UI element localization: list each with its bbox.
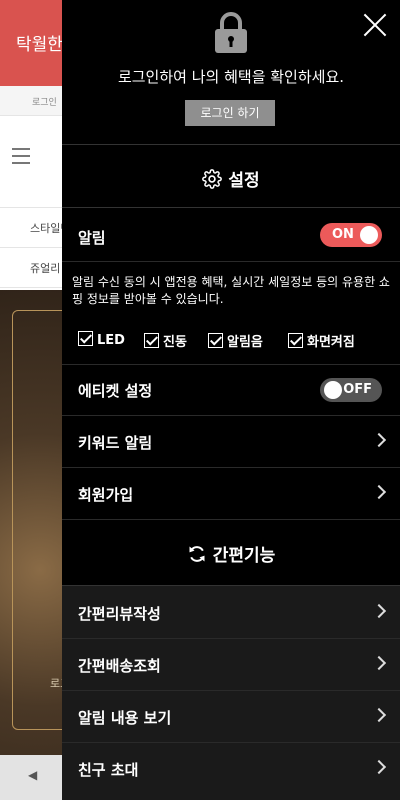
divider [62, 144, 400, 145]
invite-friend-row[interactable]: 친구 초대 [62, 743, 400, 795]
option-screen-on-checkbox[interactable]: 화면켜짐 [288, 331, 355, 350]
option-led-checkbox[interactable]: LED [78, 331, 125, 348]
notification-row: 알림 ON [62, 209, 400, 261]
option-sound-checkbox[interactable]: 알림음 [208, 331, 263, 350]
close-button[interactable] [362, 12, 388, 38]
chevron-right-icon [371, 432, 387, 448]
option-label: LED [97, 333, 125, 348]
settings-title: 설정 [228, 171, 260, 191]
signup-label: 회원가입 [78, 486, 134, 504]
login-button[interactable]: 로그인 하기 [185, 100, 275, 126]
notification-description: 알림 수신 동의 시 앱전용 혜택, 실시간 세일정보 등의 유용한 쇼핑 정보… [72, 275, 390, 306]
chevron-right-icon [371, 707, 387, 723]
keyword-alert-row[interactable]: 키워드 알림 [62, 416, 400, 468]
notification-history-label: 알림 내용 보기 [78, 709, 172, 727]
toggle-knob [324, 381, 342, 399]
quick-review-label: 간편리뷰작성 [78, 605, 161, 623]
option-label: 화면켜짐 [307, 335, 355, 350]
checkbox-icon [144, 333, 159, 348]
refresh-icon [189, 546, 205, 562]
notification-label: 알림 [78, 229, 106, 247]
toggle-knob [360, 226, 378, 244]
checkbox-icon [208, 333, 223, 348]
quick-review-row[interactable]: 간편리뷰작성 [62, 587, 400, 639]
chevron-right-icon [371, 655, 387, 671]
subbar-login-link[interactable]: 로그인 [32, 95, 57, 108]
keyword-alert-label: 키워드 알림 [78, 434, 153, 452]
toggle-state: ON [332, 227, 354, 242]
checkbox-icon [288, 333, 303, 348]
notification-history-row[interactable]: 알림 내용 보기 [62, 691, 400, 743]
hamburger-icon[interactable] [12, 148, 30, 164]
lock-icon [215, 12, 247, 53]
divider [62, 585, 400, 586]
gear-icon [202, 169, 223, 189]
toggle-state: OFF [343, 382, 372, 397]
quick-features-title: 간편기능 [212, 546, 276, 566]
signup-row[interactable]: 회원가입 [62, 468, 400, 520]
side-drawer: 로그인하여 나의 혜택을 확인하세요. 로그인 하기 설정 알림 ON 알림 수… [62, 0, 400, 800]
etiquette-label: 에티켓 설정 [78, 382, 153, 400]
chevron-right-icon [371, 759, 387, 775]
chevron-right-icon [371, 484, 387, 500]
checkbox-icon [78, 331, 93, 346]
option-label: 알림음 [227, 335, 263, 350]
list-item-label: 쥬얼리 [30, 262, 61, 275]
back-arrow-icon[interactable]: ◀ [28, 768, 37, 782]
etiquette-toggle[interactable]: OFF [320, 378, 382, 402]
quick-delivery-label: 간편배송조회 [78, 657, 161, 675]
etiquette-row: 에티켓 설정 OFF [62, 364, 400, 416]
settings-heading: 설정 [62, 166, 400, 191]
quick-features-heading: 간편기능 [62, 541, 400, 566]
login-message: 로그인하여 나의 혜택을 확인하세요. [117, 68, 345, 86]
notification-options: LED 진동 알림음 화면켜짐 [78, 331, 398, 353]
divider [62, 261, 400, 262]
chevron-right-icon [371, 603, 387, 619]
invite-friend-label: 친구 초대 [78, 761, 139, 779]
option-vibration-checkbox[interactable]: 진동 [144, 331, 187, 350]
app-title: 탁월한 [16, 35, 63, 55]
divider [62, 207, 400, 208]
option-label: 진동 [163, 335, 187, 350]
notification-toggle[interactable]: ON [320, 223, 382, 247]
quick-delivery-row[interactable]: 간편배송조회 [62, 639, 400, 691]
